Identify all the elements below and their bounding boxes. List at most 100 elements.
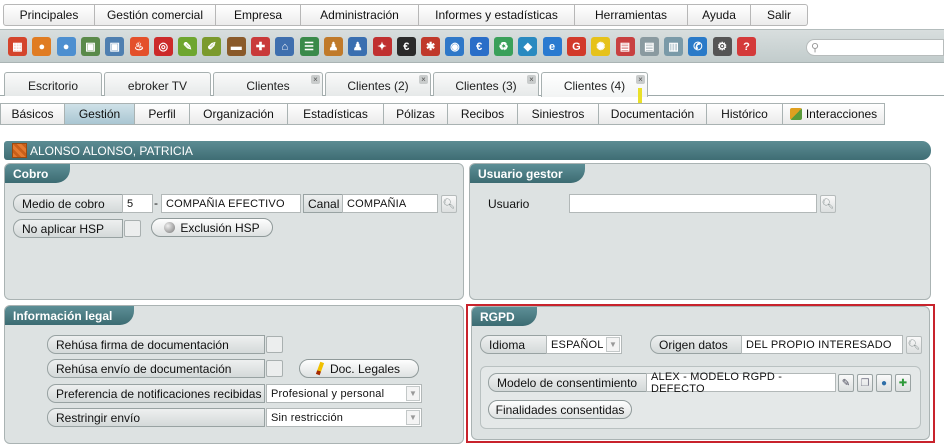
paint-icon[interactable]: ✐ <box>202 37 222 56</box>
arrows-icon[interactable]: ◆ <box>518 37 538 56</box>
group-icon[interactable]: ✱ <box>421 37 441 56</box>
subtab-estadisticas[interactable]: Estadísticas <box>288 103 384 125</box>
picture-icon[interactable]: ▣ <box>105 37 125 56</box>
subtab-interacciones[interactable]: Interacciones <box>783 103 885 125</box>
rehusa-firma-checkbox[interactable] <box>266 336 283 353</box>
euro-blue-icon[interactable]: € <box>469 37 489 56</box>
tab-clientes-2[interactable]: Clientes (2) × <box>325 72 431 96</box>
client-header: ALONSO ALONSO, PATRICIA <box>4 141 931 160</box>
target-icon[interactable]: ◎ <box>153 37 173 56</box>
cube-icon[interactable]: ▦ <box>8 37 27 56</box>
euro-icon[interactable]: € <box>396 37 416 56</box>
house-icon[interactable]: ⌂ <box>275 37 295 56</box>
informacion-legal-panel: Información legal Rehúsa firma de docume… <box>4 305 464 444</box>
restringir-envio-select[interactable]: Sin restricción ▼ <box>266 408 422 427</box>
user-orange-icon[interactable]: ● <box>32 37 52 56</box>
close-icon[interactable]: × <box>527 75 536 84</box>
usuario-lookup-icon[interactable]: 🔍︎ <box>820 195 836 213</box>
user-blue-icon[interactable]: ● <box>56 37 76 56</box>
chevron-down-icon[interactable]: ▼ <box>406 386 420 401</box>
pencil-icon <box>315 361 325 376</box>
browser-icon[interactable]: e <box>542 37 562 56</box>
tab-clientes-3[interactable]: Clientes (3) × <box>433 72 539 96</box>
subtab-organizacion[interactable]: Organización <box>190 103 288 125</box>
subtab-label: Recibos <box>460 107 505 121</box>
tab-label: Clientes (2) <box>347 79 409 93</box>
menu-salir[interactable]: Salir <box>751 4 808 26</box>
calendar-icon[interactable]: ▤ <box>615 37 635 56</box>
exclusion-hsp-label: Exclusión HSP <box>180 220 260 235</box>
subtab-perfil[interactable]: Perfil <box>135 103 190 125</box>
help-icon[interactable]: ? <box>737 37 756 56</box>
subtab-basicos[interactable]: Básicos <box>0 103 65 125</box>
image-icon[interactable]: ▣ <box>80 37 100 56</box>
exclusion-hsp-button[interactable]: Exclusión HSP <box>151 218 273 237</box>
tab-clientes-4[interactable]: Clientes (4) × <box>541 72 648 97</box>
rehusa-envio-label: Rehúsa envío de documentación <box>47 359 265 378</box>
subtab-label: Interacciones <box>805 107 878 121</box>
tab-ebroker-tv[interactable]: ebroker TV <box>104 72 211 96</box>
recycle-icon[interactable]: ♻ <box>494 37 513 56</box>
menu-administracion[interactable]: Administración <box>301 4 419 26</box>
subtab-recibos[interactable]: Recibos <box>448 103 518 125</box>
tools-icon[interactable]: ⚙ <box>712 37 732 56</box>
menu-empresa[interactable]: Empresa <box>216 4 301 26</box>
gift-icon[interactable]: ✚ <box>251 37 270 56</box>
globe-icon[interactable]: ◉ <box>445 37 465 56</box>
menu-principales[interactable]: Principales <box>3 4 95 26</box>
no-aplicar-hsp-checkbox[interactable] <box>124 220 141 237</box>
medio-cobro-value[interactable]: COMPAÑIA EFECTIVO <box>161 194 301 213</box>
subtab-documentacion[interactable]: Documentación <box>599 103 707 125</box>
pencil-icon[interactable]: ✎ <box>178 37 198 56</box>
medio-cobro-label: Medio de cobro <box>13 194 123 213</box>
handset-icon[interactable]: ✆ <box>688 37 708 56</box>
chevron-down-icon[interactable]: ▼ <box>406 410 420 425</box>
close-icon[interactable]: × <box>636 75 645 84</box>
person-icon[interactable]: ♟ <box>323 37 343 56</box>
canal-input[interactable]: COMPAÑIA <box>342 194 438 213</box>
menu-ayuda[interactable]: Ayuda <box>688 4 751 26</box>
notes-icon[interactable]: ▤ <box>639 37 659 56</box>
person-blue-icon[interactable]: ♟ <box>348 37 368 56</box>
fire-icon[interactable]: ♨ <box>129 37 149 56</box>
subtab-polizas[interactable]: Pólizas <box>384 103 448 125</box>
usuario-input[interactable] <box>569 194 817 213</box>
search-icon: ⚲ <box>811 42 820 54</box>
subtab-siniestros[interactable]: Siniestros <box>518 103 599 125</box>
client-icon <box>12 143 27 158</box>
restringir-envio-value: Sin restricción <box>271 411 344 424</box>
subtab-historico[interactable]: Histórico <box>707 103 783 125</box>
canal-lookup-icon[interactable]: 🔍︎ <box>441 195 457 213</box>
preferencia-notificaciones-select[interactable]: Profesional y personal ▼ <box>266 384 422 403</box>
google-icon[interactable]: G <box>566 37 586 56</box>
menu-informes[interactable]: Informes y estadísticas <box>419 4 575 26</box>
menu-gestion-comercial[interactable]: Gestión comercial <box>95 4 216 26</box>
rehusa-envio-checkbox[interactable] <box>266 360 283 377</box>
briefcase-icon[interactable]: ▬ <box>226 37 246 56</box>
grid-icon[interactable]: ✦ <box>372 37 392 56</box>
document-icon[interactable]: ▥ <box>664 37 684 56</box>
phone-list-icon[interactable]: ☰ <box>299 37 319 56</box>
tab-clientes[interactable]: Clientes × <box>213 72 323 96</box>
subtab-label: Pólizas <box>396 107 435 121</box>
subtab-gestion[interactable]: Gestión <box>65 103 135 125</box>
preferencia-notificaciones-label: Preferencia de notificaciones recibidas <box>47 384 265 403</box>
doc-legales-button[interactable]: Doc. Legales <box>299 359 419 378</box>
subtab-label: Documentación <box>610 107 695 121</box>
medio-cobro-separator: - <box>154 196 158 210</box>
section-tabs: Básicos Gestión Perfil Organización Estadíst… <box>0 103 885 125</box>
medio-cobro-code-input[interactable]: 5 <box>122 194 153 213</box>
subtab-label: Histórico <box>721 107 768 121</box>
toolbar-search-input[interactable]: ⚲ <box>806 39 944 56</box>
close-icon[interactable]: × <box>311 75 320 84</box>
bulb-icon[interactable]: ✺ <box>591 37 611 56</box>
menu-herramientas[interactable]: Herramientas <box>575 4 688 26</box>
restringir-envio-label: Restringir envío <box>47 408 265 427</box>
client-name: ALONSO ALONSO, PATRICIA <box>30 143 193 158</box>
usuario-label: Usuario <box>488 197 530 211</box>
doc-legales-label: Doc. Legales <box>329 361 401 376</box>
close-icon[interactable]: × <box>419 75 428 84</box>
subtab-label: Básicos <box>11 107 54 121</box>
tab-escritorio[interactable]: Escritorio <box>4 72 102 96</box>
subtab-label: Perfil <box>148 107 176 121</box>
